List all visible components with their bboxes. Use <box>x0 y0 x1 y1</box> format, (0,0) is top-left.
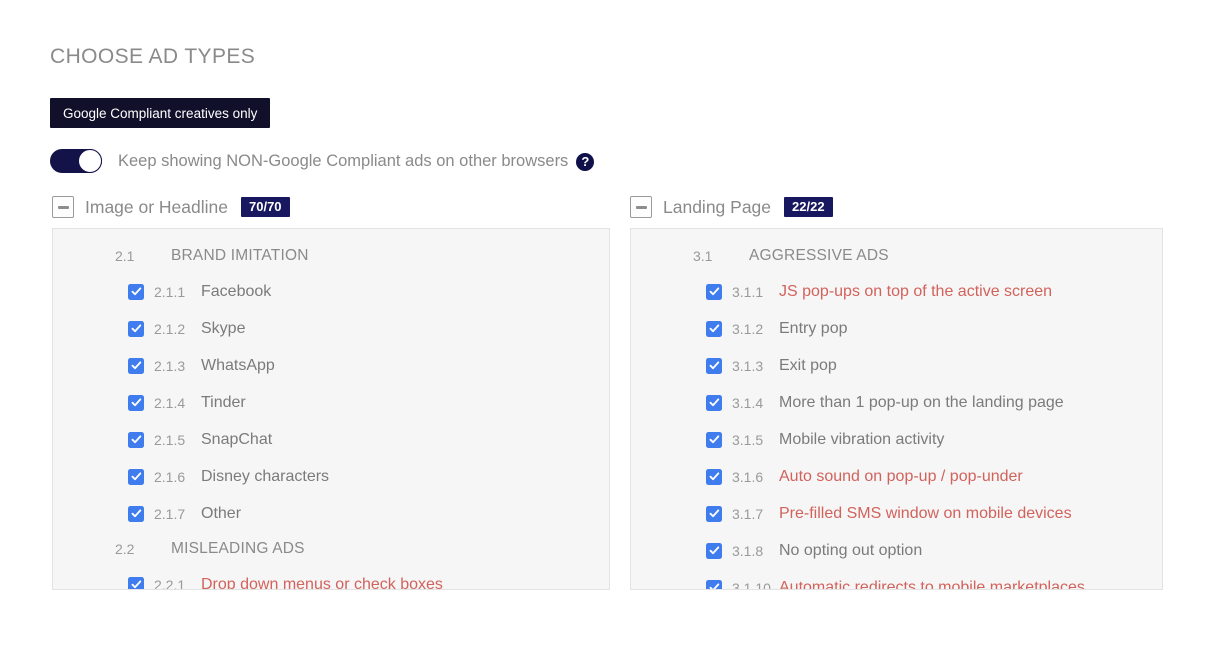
item-label: Auto sound on pop-up / pop-under <box>779 467 1023 485</box>
google-compliant-creatives-button[interactable]: Google Compliant creatives only <box>50 98 271 128</box>
checkbox[interactable] <box>706 283 722 300</box>
list-item[interactable]: 2.1.6 Disney characters <box>53 458 609 495</box>
minus-square-icon[interactable] <box>630 196 652 218</box>
item-label: Automatic redirects to mobile marketplac… <box>779 578 1085 590</box>
group-label: BRAND IMITATION <box>171 247 309 264</box>
list-item[interactable]: 2.1.5 SnapChat <box>53 421 609 458</box>
column-landing-page: Landing Page 22/22 3.1 AGGRESSIVE ADS 3.… <box>630 193 1163 590</box>
list-item[interactable]: 2.1.1 Facebook <box>53 273 609 310</box>
list-panel-landing-page[interactable]: 3.1 AGGRESSIVE ADS 3.1.1 JS pop-ups on t… <box>630 228 1163 590</box>
ad-types-page: CHOOSE AD TYPES Google Compliant creativ… <box>0 0 1226 660</box>
list-item[interactable]: 3.1.8 No opting out option <box>631 532 1162 569</box>
group-label: MISLEADING ADS <box>171 540 305 557</box>
item-label: Drop down menus or check boxes <box>201 575 443 590</box>
item-label: More than 1 pop-up on the landing page <box>779 393 1064 411</box>
list-item[interactable]: 3.1.2 Entry pop <box>631 310 1162 347</box>
checkbox[interactable] <box>128 468 144 485</box>
toggle-knob <box>78 149 102 173</box>
keep-showing-non-google-compliant-toggle[interactable] <box>50 149 102 173</box>
item-label: Tinder <box>201 393 246 411</box>
checkbox[interactable] <box>706 431 722 448</box>
question-mark-icon[interactable]: ? <box>576 153 595 171</box>
list-item[interactable]: 3.1.6 Auto sound on pop-up / pop-under <box>631 458 1162 495</box>
list-item[interactable]: 3.1.4 More than 1 pop-up on the landing … <box>631 384 1162 421</box>
page-title: CHOOSE AD TYPES <box>50 45 256 68</box>
item-number: 2.2.1 <box>154 576 186 590</box>
item-number: 3.1.8 <box>732 542 764 559</box>
list-item[interactable]: 2.1.4 Tinder <box>53 384 609 421</box>
checkbox[interactable] <box>706 579 722 589</box>
checkbox[interactable] <box>706 357 722 374</box>
checkbox[interactable] <box>128 394 144 411</box>
list-item[interactable]: 2.1.7 Other <box>53 495 609 532</box>
help-glyph: ? <box>581 154 590 169</box>
column-header-landing-page: Landing Page 22/22 <box>630 193 1163 221</box>
item-number: 3.1.1 <box>732 283 764 300</box>
count-badge: 22/22 <box>784 197 833 217</box>
toggle-label: Keep showing NON-Google Compliant ads on… <box>118 151 569 170</box>
checkbox[interactable] <box>128 431 144 448</box>
group-number: 2.1 <box>115 248 135 264</box>
item-label: JS pop-ups on top of the active screen <box>779 282 1053 300</box>
item-number: 3.1.5 <box>732 431 764 448</box>
item-label: Skype <box>201 319 246 337</box>
group-label: AGGRESSIVE ADS <box>749 247 889 264</box>
list-item[interactable]: 2.1.3 WhatsApp <box>53 347 609 384</box>
column-title: Landing Page <box>663 196 772 217</box>
non-google-compliant-toggle-row: Keep showing NON-Google Compliant ads on… <box>50 148 595 174</box>
group-header: 2.1 BRAND IMITATION <box>53 239 609 273</box>
item-number: 3.1.4 <box>732 394 764 411</box>
list-item[interactable]: 3.1.5 Mobile vibration activity <box>631 421 1162 458</box>
item-label: Mobile vibration activity <box>779 430 945 448</box>
item-label: WhatsApp <box>201 356 275 374</box>
checkbox[interactable] <box>706 394 722 411</box>
group-number: 3.1 <box>693 248 713 264</box>
item-number: 3.1.7 <box>732 505 764 522</box>
checkbox[interactable] <box>128 283 144 300</box>
item-number: 3.1.10 <box>732 579 771 590</box>
item-label: No opting out option <box>779 541 923 559</box>
item-number: 2.1.2 <box>154 320 186 337</box>
checkbox[interactable] <box>706 505 722 522</box>
column-image-or-headline: Image or Headline 70/70 2.1 BRAND IMITAT… <box>52 193 610 590</box>
column-header-image-or-headline: Image or Headline 70/70 <box>52 193 610 221</box>
list-item[interactable]: 3.1.10 Automatic redirects to mobile mar… <box>631 569 1162 590</box>
list-item[interactable]: 3.1.1 JS pop-ups on top of the active sc… <box>631 273 1162 310</box>
list-item[interactable]: 3.1.3 Exit pop <box>631 347 1162 384</box>
checkbox[interactable] <box>128 505 144 522</box>
list-item[interactable]: 3.1.7 Pre-filled SMS window on mobile de… <box>631 495 1162 532</box>
item-label: Entry pop <box>779 319 848 337</box>
checkbox[interactable] <box>128 357 144 374</box>
item-label: Disney characters <box>201 467 330 485</box>
list-panel-image-or-headline[interactable]: 2.1 BRAND IMITATION 2.1.1 Facebook 2.1.2… <box>52 228 610 590</box>
item-label: SnapChat <box>201 430 273 448</box>
item-label: Facebook <box>201 282 272 300</box>
item-number: 2.1.3 <box>154 357 186 374</box>
list-item[interactable]: 2.1.2 Skype <box>53 310 609 347</box>
item-label: Exit pop <box>779 356 837 374</box>
item-number: 2.1.1 <box>154 283 186 300</box>
item-number: 2.1.7 <box>154 505 186 522</box>
item-number: 3.1.2 <box>732 320 764 337</box>
item-label: Other <box>201 504 242 522</box>
column-title: Image or Headline <box>85 196 228 217</box>
group-number: 2.2 <box>115 541 135 557</box>
item-number: 2.1.6 <box>154 468 186 485</box>
list-item[interactable]: 2.2.1 Drop down menus or check boxes <box>53 566 609 590</box>
group-header: 2.2 MISLEADING ADS <box>53 532 609 566</box>
checkbox[interactable] <box>706 542 722 559</box>
item-number: 2.1.5 <box>154 431 186 448</box>
item-number: 3.1.3 <box>732 357 764 374</box>
checkbox[interactable] <box>706 320 722 337</box>
item-number: 3.1.6 <box>732 468 764 485</box>
checkbox[interactable] <box>128 576 144 589</box>
checkbox[interactable] <box>128 320 144 337</box>
minus-square-icon[interactable] <box>52 196 74 218</box>
item-number: 2.1.4 <box>154 394 186 411</box>
count-badge: 70/70 <box>241 197 290 217</box>
checkbox[interactable] <box>706 468 722 485</box>
item-label: Pre-filled SMS window on mobile devices <box>779 504 1072 522</box>
group-header: 3.1 AGGRESSIVE ADS <box>631 239 1162 273</box>
